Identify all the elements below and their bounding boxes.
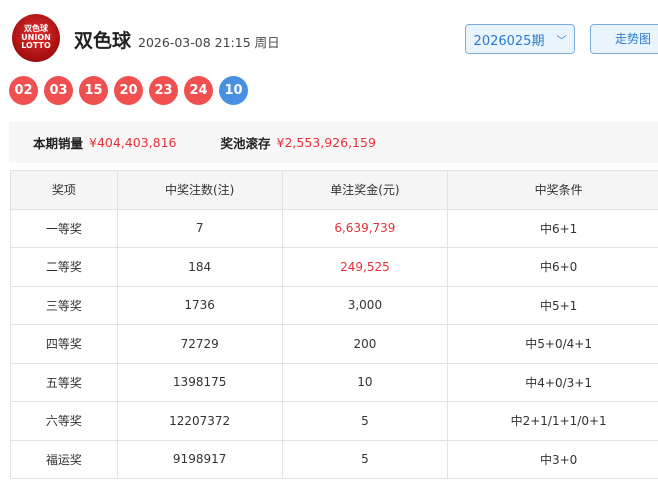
pool-value: ¥2,553,926,159 — [276, 135, 376, 150]
column-header: 中奖条件 — [447, 170, 658, 210]
table-cell: 9198917 — [116, 439, 283, 479]
table-cell: 72729 — [116, 324, 283, 364]
table-cell: 6,639,739 — [281, 208, 449, 248]
blue-ball: 10 — [219, 76, 248, 105]
table-cell: 12207372 — [116, 401, 283, 441]
table-row: 三等奖 1736 3,000 中5+1 — [10, 285, 658, 325]
issue-value: 2026025期 — [473, 33, 545, 49]
red-ball: 15 — [79, 76, 108, 105]
issue-select[interactable]: 2026025期 ﹀ — [465, 24, 575, 54]
red-ball: 02 — [9, 76, 38, 105]
table-cell: 10 — [281, 362, 449, 402]
table-cell: 福运奖 — [10, 439, 118, 479]
sales-label: 本期销量 — [33, 136, 84, 151]
table-cell: 5 — [281, 401, 449, 441]
table-row: 一等奖 7 6,639,739 中6+1 — [10, 208, 658, 248]
sales-value: ¥404,403,816 — [89, 135, 177, 150]
pool-label: 奖池滚存 — [220, 136, 271, 151]
trend-button[interactable]: 走势图 — [590, 24, 658, 54]
page-title: 双色球 — [74, 30, 132, 52]
table-cell: 184 — [116, 247, 283, 287]
table-row: 六等奖 12207372 5 中2+1/1+1/0+1 — [10, 401, 658, 441]
table-cell: 200 — [281, 324, 449, 364]
table-cell: 中6+1 — [447, 208, 658, 248]
sales-summary: 本期销量 ¥404,403,816 奖池滚存 ¥2,553,926,159 — [9, 122, 658, 163]
table-cell: 5 — [281, 439, 449, 479]
table-cell: 中2+1/1+1/0+1 — [447, 401, 658, 441]
draw-date: 2026-03-08 21:15 周日 — [138, 35, 280, 50]
winning-numbers: 02 03 15 20 23 24 10 — [9, 76, 248, 105]
prize-table: 奖项 中奖注数(注) 单注奖金(元) 中奖条件 一等奖 7 6,639,739 中6+1 二等… — [10, 170, 658, 479]
table-cell: 三等奖 — [10, 285, 118, 325]
table-cell: 中6+0 — [447, 247, 658, 287]
table-cell: 249,525 — [281, 247, 449, 287]
red-ball: 24 — [184, 76, 213, 105]
column-header: 中奖注数(注) — [116, 170, 283, 210]
table-row: 四等奖 72729 200 中5+0/4+1 — [10, 324, 658, 364]
table-cell: 中4+0/3+1 — [447, 362, 658, 402]
table-row: 二等奖 184 249,525 中6+0 — [10, 247, 658, 287]
chevron-down-icon: ﹀ — [556, 35, 567, 47]
red-ball: 03 — [44, 76, 73, 105]
table-cell: 四等奖 — [10, 324, 118, 364]
table-cell: 一等奖 — [10, 208, 118, 248]
red-ball: 23 — [149, 76, 178, 105]
table-row: 五等奖 1398175 10 中4+0/3+1 — [10, 362, 658, 402]
table-cell: 1398175 — [116, 362, 283, 402]
table-cell: 7 — [116, 208, 283, 248]
table-cell: 1736 — [116, 285, 283, 325]
table-cell: 六等奖 — [10, 401, 118, 441]
table-cell: 中5+0/4+1 — [447, 324, 658, 364]
column-header: 奖项 — [10, 170, 118, 210]
table-cell: 3,000 — [281, 285, 449, 325]
lottery-logo: 双色球 UNION LOTTO — [12, 14, 60, 62]
red-ball: 20 — [114, 76, 143, 105]
table-cell: 中3+0 — [447, 439, 658, 479]
column-header: 单注奖金(元) — [281, 170, 449, 210]
table-cell: 中5+1 — [447, 285, 658, 325]
table-row: 福运奖 9198917 5 中3+0 — [10, 439, 658, 479]
table-cell: 二等奖 — [10, 247, 118, 287]
table-cell: 五等奖 — [10, 362, 118, 402]
